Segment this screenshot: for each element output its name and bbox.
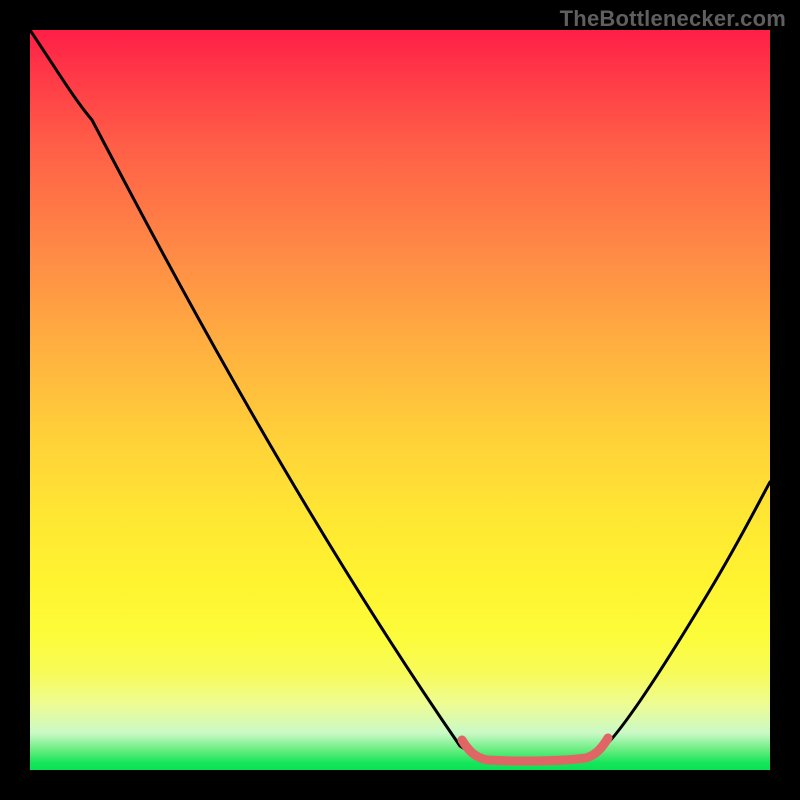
highlight-segment (462, 738, 608, 761)
watermark-text: TheBottlenecker.com (560, 6, 786, 32)
chart-curve-layer (30, 30, 770, 770)
main-curve (30, 30, 770, 760)
